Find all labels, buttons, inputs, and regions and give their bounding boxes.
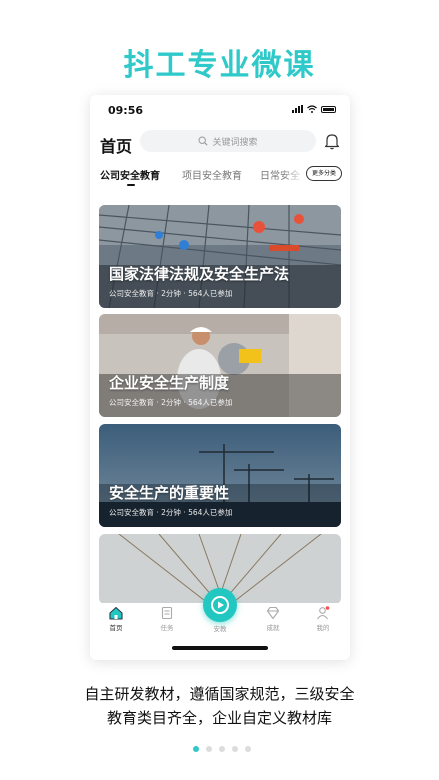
wifi-icon (307, 105, 317, 113)
tab-fade (282, 163, 306, 185)
search-placeholder: 关键词搜索 (212, 137, 258, 148)
pagination-dot[interactable] (232, 746, 238, 752)
course-meta: 公司安全教育 · 2分钟 · 564人已参加 (109, 398, 233, 407)
pagination-dots (193, 746, 251, 752)
category-tabs: 公司安全教育 项目安全教育 日常安全 更多分类 (90, 159, 350, 189)
course-card[interactable]: 企业安全生产制度 公司安全教育 · 2分钟 · 564人已参加 (99, 314, 341, 417)
tab-company-safety[interactable]: 公司安全教育 (100, 167, 160, 182)
course-title: 国家法律法规及安全生产法 (109, 265, 290, 283)
home-indicator (172, 646, 268, 650)
headline: 抖工专业微课 (123, 48, 316, 83)
course-card[interactable]: 安全生产的重要性 公司安全教育 · 2分钟 · 564人已参加 (99, 424, 341, 527)
status-icons (292, 105, 336, 113)
play-icon (211, 596, 229, 614)
center-play-button[interactable] (203, 588, 237, 622)
status-time: 09:56 (108, 104, 144, 117)
tabbar-item-home[interactable]: 首页 (101, 606, 131, 632)
tabbar-item-achievement[interactable]: 成就 (258, 606, 288, 632)
home-icon (109, 606, 123, 620)
app-header: 首页 关键词搜索 (90, 125, 350, 159)
search-input[interactable]: 关键词搜索 (140, 130, 316, 152)
bell-icon[interactable] (324, 132, 340, 150)
course-title: 企业安全生产制度 (109, 374, 230, 392)
tab-project-safety[interactable]: 项目安全教育 (182, 167, 242, 182)
pagination-dot-active[interactable] (193, 746, 199, 752)
tabbar-item-task[interactable]: 任务 (152, 606, 182, 632)
phone-screen: 09:56 首页 关键词搜索 公司安全教育 项目安全教育 日常安全 更多分类 国… (90, 95, 350, 660)
caption-line-1: 自主研发教材，遵循国家规范，三级安全 (84, 685, 355, 703)
diamond-icon (266, 606, 280, 620)
course-title: 安全生产的重要性 (109, 484, 230, 502)
profile-icon (317, 606, 330, 620)
caption-line-2: 教育类目齐全，企业自定义教材库 (106, 709, 332, 727)
search-icon (198, 136, 209, 146)
page-title: 首页 (100, 137, 133, 156)
status-bar: 09:56 (90, 95, 350, 125)
course-meta: 公司安全教育 · 2分钟 · 564人已参加 (109, 289, 233, 298)
promo-caption: 自主研发教材，遵循国家规范，三级安全 教育类目齐全，企业自定义教材库 (0, 682, 439, 730)
pagination-dot[interactable] (206, 746, 212, 752)
promo-screen: 抖工专业微课 09:56 首页 关键词搜索 公司安全教育 项目安全教育 日常安全 (0, 0, 439, 780)
center-button-label: 安教 (213, 625, 227, 633)
course-card[interactable]: 国家法律法规及安全生产法 公司安全教育 · 2分钟 · 564人已参加 (99, 205, 341, 308)
pagination-dot[interactable] (245, 746, 251, 752)
pagination-dot[interactable] (219, 746, 225, 752)
battery-icon (321, 105, 336, 113)
tabbar-item-profile[interactable]: 我的 (308, 606, 338, 632)
more-categories-button[interactable]: 更多分类 (305, 166, 342, 181)
signal-icon (292, 105, 303, 113)
task-icon (161, 606, 173, 620)
course-meta: 公司安全教育 · 2分钟 · 564人已参加 (109, 508, 233, 517)
active-tab-indicator (127, 184, 135, 186)
